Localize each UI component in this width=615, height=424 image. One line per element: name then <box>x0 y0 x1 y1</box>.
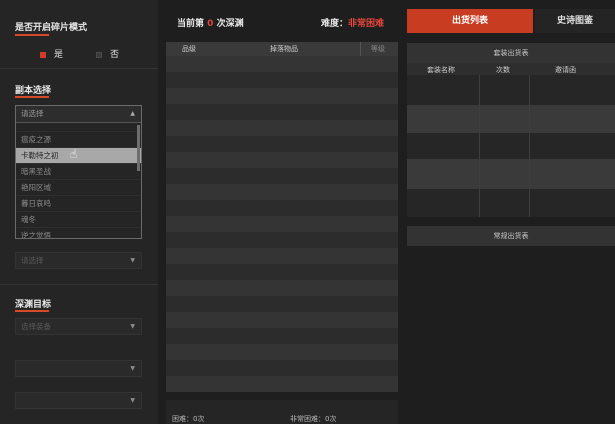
set-drop-table: 套装出货表 套装名称 次数 邀请函 <box>407 43 615 217</box>
set-drop-table-header: 套装名称 次数 邀请函 <box>407 63 615 75</box>
column-invitation: 邀请函 <box>555 66 576 74</box>
shard-mode-underline <box>15 34 49 36</box>
dungeon-option-highlighted[interactable]: 卡勒特之初 <box>16 148 141 164</box>
drop-grid-header: 品级 掉落物品 等级 <box>166 42 398 56</box>
column-divider <box>479 75 480 217</box>
difficulty-label: 难度： <box>321 19 349 29</box>
difficulty: 难度：非常困难 <box>321 16 384 29</box>
dungeon-dropdown[interactable]: 请选择 ▲ 瘟疫之源 卡勒特之初 暗黑圣战 艳阳区域 暮日哀鸣 魂冬 逆之觉悟 <box>15 105 142 239</box>
table-row <box>407 133 615 159</box>
dungeon-options[interactable]: 瘟疫之源 卡勒特之初 暗黑圣战 艳阳区域 暮日哀鸣 魂冬 逆之觉悟 <box>16 123 141 238</box>
table-row <box>407 75 615 105</box>
very-hard-count: 非常困难：0次 <box>290 415 337 423</box>
table-row <box>166 168 398 184</box>
table-row <box>166 296 398 312</box>
difficulty-value: 非常困难 <box>348 19 385 29</box>
table-row <box>166 216 398 232</box>
radio-no-indicator <box>96 51 102 58</box>
table-row <box>166 56 398 72</box>
set-drop-table-body <box>407 75 615 217</box>
secondary-select[interactable]: 请选择 ▼ <box>15 252 142 269</box>
right-panel: 出货列表 史诗图鉴 套装出货表 套装名称 次数 邀请函 常规出货表 <box>407 0 615 424</box>
divider <box>0 284 158 285</box>
table-row <box>166 376 398 392</box>
dungeon-option[interactable]: 暗黑圣战 <box>16 164 141 180</box>
normal-drop-table-title: 常规出货表 <box>407 226 615 246</box>
target-underline <box>15 310 49 312</box>
table-row <box>166 184 398 200</box>
dungeon-option[interactable]: 魂冬 <box>16 212 141 228</box>
column-times: 次数 <box>496 66 510 74</box>
round-prefix: 当前第 <box>177 19 205 29</box>
column-item: 掉落物品 <box>270 45 298 53</box>
table-row <box>407 189 615 217</box>
equipment-select[interactable]: 选择装备 ▼ <box>15 318 142 335</box>
table-row <box>166 72 398 88</box>
left-panel: 是否开启碎片模式 是 否 副本选择 请选择 ▲ 瘟疫之源 卡勒特之初 暗黑圣战 … <box>0 0 158 424</box>
stats-footer: 困难：0次 非常困难：0次 <box>166 400 398 424</box>
dungeon-select-title: 副本选择 <box>15 86 52 96</box>
dropdown-scrollbar[interactable] <box>137 125 140 171</box>
round-header: 当前第 0 次深渊 难度：非常困难 <box>166 8 398 32</box>
dungeon-select-underline <box>15 96 49 98</box>
chevron-down-icon: ▼ <box>130 257 135 264</box>
column-divider <box>529 75 530 217</box>
drop-grid: 品级 掉落物品 等级 <box>166 42 398 392</box>
column-set-name: 套装名称 <box>427 66 455 74</box>
divider <box>0 68 158 69</box>
hand-cursor-icon: ☝ <box>70 147 78 161</box>
table-row <box>166 120 398 136</box>
table-row <box>166 200 398 216</box>
equipment-select-placeholder: 选择装备 <box>21 322 51 331</box>
radio-yes-label: 是 <box>54 50 64 60</box>
round-counter: 当前第 0 次深渊 <box>177 16 244 29</box>
chevron-down-icon: ▼ <box>130 397 135 404</box>
table-row <box>407 159 615 189</box>
column-grade: 品级 <box>182 45 196 53</box>
radio-no[interactable]: 否 <box>96 47 119 60</box>
round-number: 0 <box>207 19 214 29</box>
equipment-select-3[interactable]: ▼ <box>15 392 142 409</box>
dungeon-option[interactable]: 逆之觉悟 <box>16 228 141 238</box>
dungeon-option[interactable]: 瘟疫之源 <box>16 132 141 148</box>
column-divider <box>360 42 361 56</box>
table-row <box>166 280 398 296</box>
target-title: 深渊目标 <box>15 300 52 310</box>
column-level: 等级 <box>371 45 385 53</box>
table-row <box>166 248 398 264</box>
dungeon-select-placeholder: 请选择 <box>21 109 44 118</box>
dungeon-option[interactable]: 艳阳区域 <box>16 180 141 196</box>
table-row <box>166 312 398 328</box>
table-row <box>166 328 398 344</box>
set-drop-table-title: 套装出货表 <box>407 43 615 63</box>
tab-drop-list[interactable]: 出货列表 <box>407 9 533 33</box>
radio-no-label: 否 <box>110 50 120 60</box>
shard-mode-title: 是否开启碎片模式 <box>15 23 88 33</box>
dungeon-option[interactable] <box>16 123 141 132</box>
middle-panel: 当前第 0 次深渊 难度：非常困难 品级 掉落物品 等级 困难：0次 非常困难：… <box>166 0 398 424</box>
radio-yes-indicator <box>40 51 46 58</box>
round-suffix: 次深渊 <box>216 19 244 29</box>
normal-drop-table-body <box>407 246 615 424</box>
table-row <box>166 360 398 376</box>
radio-yes[interactable]: 是 <box>40 47 63 60</box>
tab-epic-codex[interactable]: 史诗图鉴 <box>535 9 615 33</box>
hard-count: 困难：0次 <box>172 415 205 423</box>
table-row <box>166 232 398 248</box>
table-row <box>166 88 398 104</box>
chevron-down-icon: ▼ <box>130 323 135 330</box>
table-row <box>166 152 398 168</box>
dungeon-option[interactable]: 暮日哀鸣 <box>16 196 141 212</box>
secondary-select-placeholder: 请选择 <box>21 256 44 265</box>
equipment-select-2[interactable]: ▼ <box>15 360 142 377</box>
table-row <box>166 104 398 120</box>
table-row <box>166 264 398 280</box>
caret-up-icon: ▲ <box>130 110 135 117</box>
table-row <box>407 105 615 133</box>
dungeon-select[interactable]: 请选择 ▲ <box>16 106 141 123</box>
table-row <box>166 344 398 360</box>
chevron-down-icon: ▼ <box>130 365 135 372</box>
table-row <box>166 136 398 152</box>
